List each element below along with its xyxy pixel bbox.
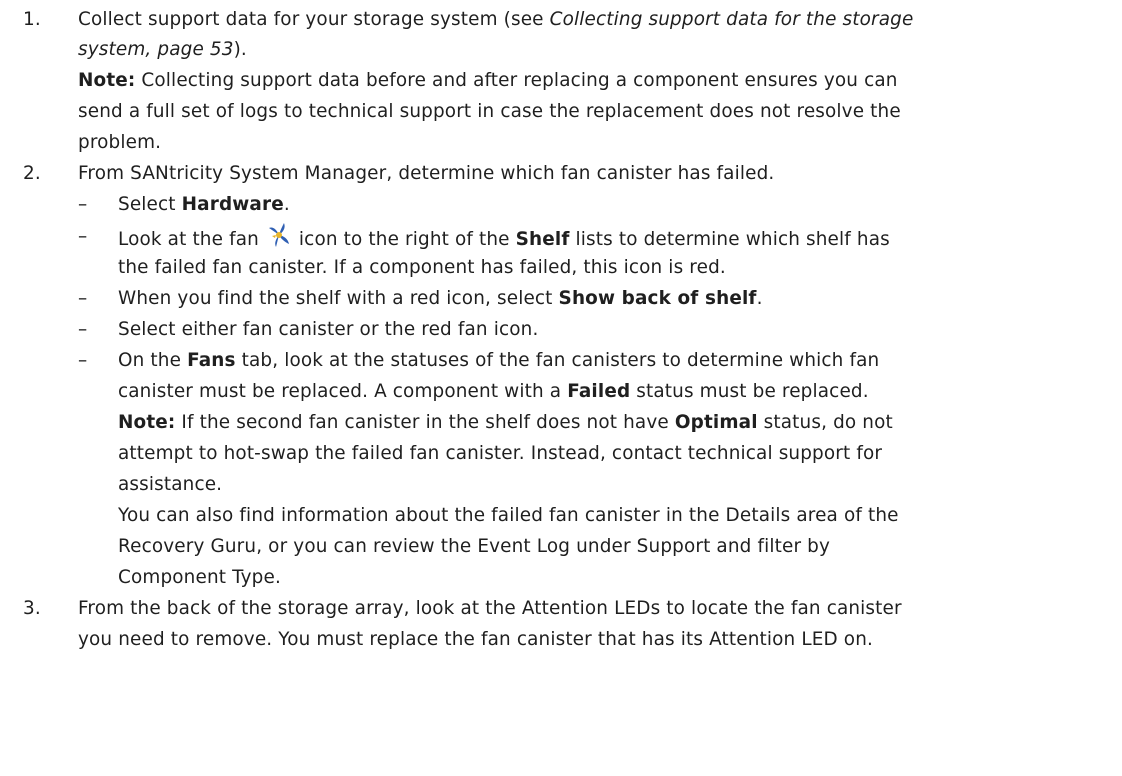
step-number: 3. — [23, 598, 41, 619]
substep-fans-tab-line-2: canister must be replaced. A component w… — [118, 381, 869, 402]
substep-extra-line-1: You can also find information about the … — [118, 505, 899, 526]
dash-bullet: – — [78, 194, 88, 215]
note-label: Note: — [78, 70, 136, 91]
substep-fans-tab-line-1: – On the Fans tab, look at the statuses … — [0, 346, 1122, 376]
substep-extra-line-2: Recovery Guru, or you can review the Eve… — [118, 536, 831, 557]
fan-icon — [267, 222, 291, 248]
dash-bullet: – — [78, 226, 88, 247]
substep-select-fan-canister: – Select either fan canister or the red … — [0, 315, 1122, 345]
substep-look-at-fan-line-1: – Look at the fan icon to the right of t… — [0, 222, 1122, 252]
note-label: Note: — [118, 412, 176, 433]
dash-bullet: – — [78, 350, 88, 371]
substep-note-line-2: attempt to hot-swap the failed fan canis… — [118, 443, 883, 464]
ui-label-show-back-of-shelf: Show back of shelf — [558, 288, 757, 309]
ui-label-shelf: Shelf — [515, 229, 570, 250]
step-3-line-1: 3. From the back of the storage array, l… — [0, 594, 1122, 624]
status-optimal: Optimal — [674, 412, 758, 433]
dash-bullet: – — [78, 288, 88, 309]
ui-label-hardware: Hardware — [181, 194, 284, 215]
substep-select-hardware: – Select Hardware. — [0, 190, 1122, 220]
step-number: 2. — [23, 163, 41, 184]
substep-note-line-3: assistance. — [118, 474, 223, 495]
dash-bullet: – — [78, 319, 88, 340]
step-1-note-line-2: send a full set of logs to technical sup… — [78, 101, 901, 122]
step-text: From SANtricity System Manager, determin… — [78, 163, 775, 184]
substep-show-back-of-shelf: – When you find the shelf with a red ico… — [0, 284, 1122, 314]
step-2-line-1: 2. From SANtricity System Manager, deter… — [0, 159, 1122, 189]
substep-look-at-fan-line-2: the failed fan canister. If a component … — [118, 257, 726, 278]
cross-reference-link[interactable]: Collecting support data for the storage — [550, 9, 914, 30]
step-number: 1. — [23, 9, 41, 30]
step-1-line-2: system, page 53). — [78, 39, 247, 60]
step-1-note-line-1: Note: Collecting support data before and… — [78, 70, 898, 91]
substep-extra-line-3: Component Type. — [118, 567, 281, 588]
cross-reference-link-continued[interactable]: system, page 53 — [78, 39, 234, 60]
substep-note-line-1: Note: If the second fan canister in the … — [118, 412, 893, 433]
step-text: Collect support data for your storage sy… — [78, 9, 550, 30]
status-failed: Failed — [567, 381, 631, 402]
ui-label-fans: Fans — [187, 350, 236, 371]
step-1-note-line-3: problem. — [78, 132, 162, 153]
step-3-line-2: you need to remove. You must replace the… — [78, 629, 873, 650]
